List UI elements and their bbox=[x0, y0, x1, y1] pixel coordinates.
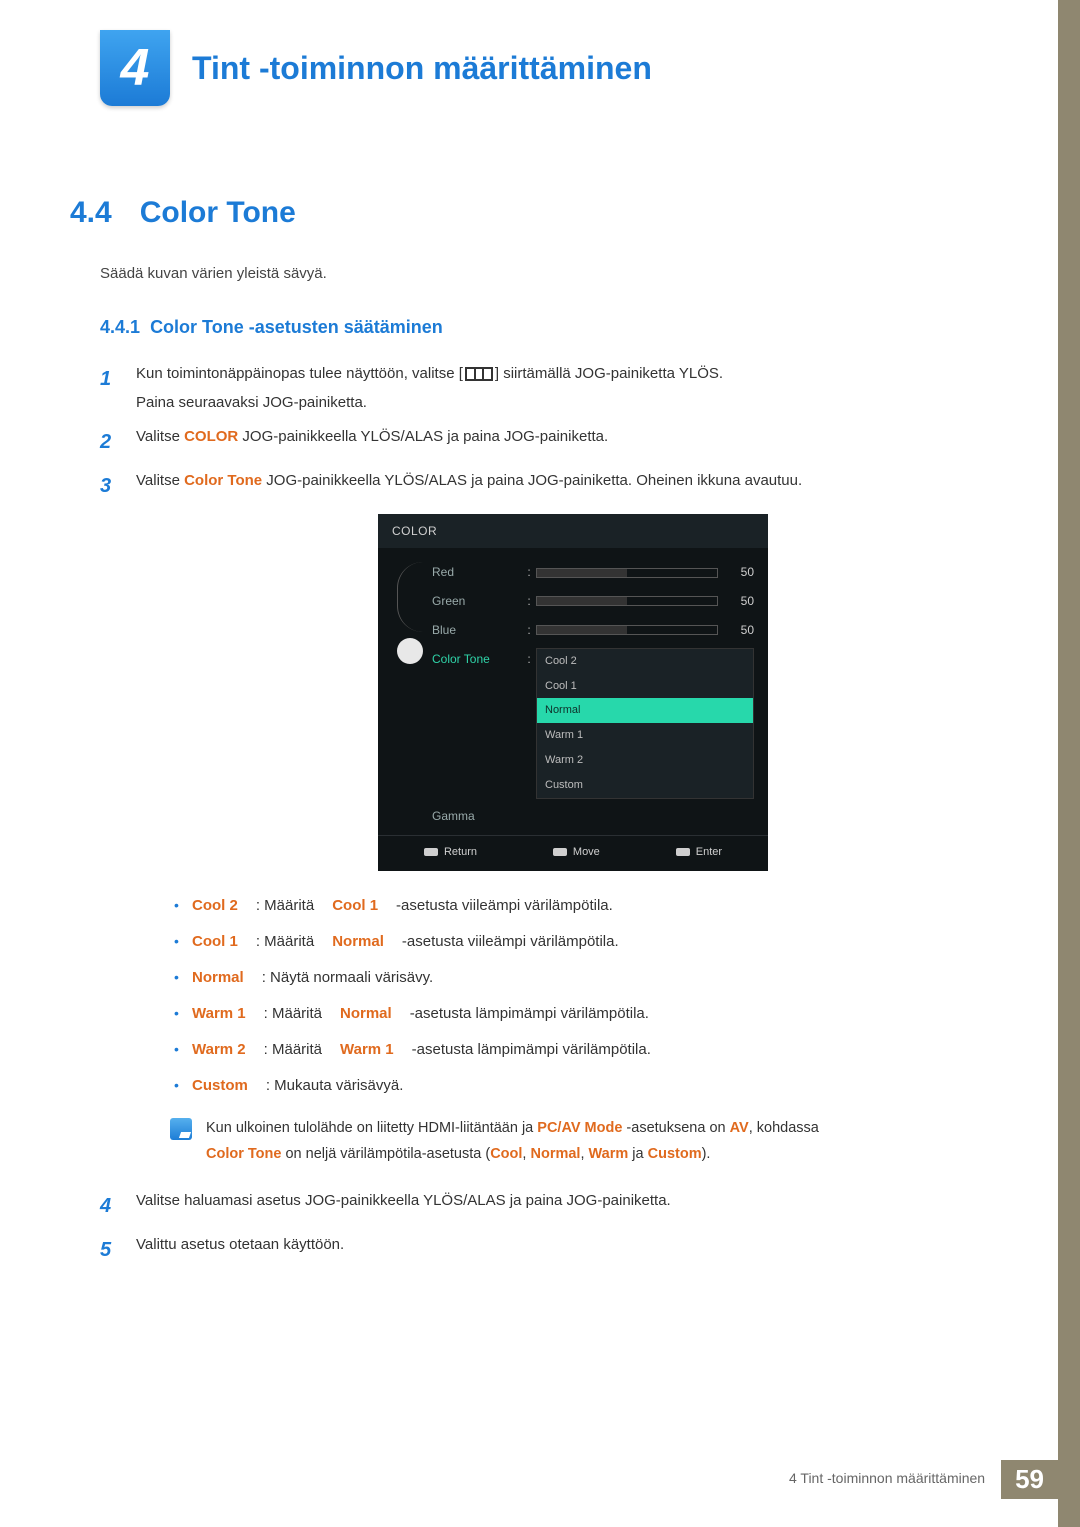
bullet-item: Cool 2: Määritä Cool 1-asetusta viileämp… bbox=[174, 891, 1010, 921]
note-icon bbox=[170, 1118, 192, 1140]
osd-value: 50 bbox=[728, 561, 754, 584]
osd-row-red: Red: 50 bbox=[432, 558, 754, 587]
osd-dropdown: Cool 2 Cool 1 Normal Warm 1 Warm 2 Custo… bbox=[536, 648, 754, 799]
step-2: 2 Valitse COLOR JOG-painikkeella YLÖS/AL… bbox=[100, 423, 1010, 461]
osd-option: Warm 2 bbox=[537, 748, 753, 773]
footer-chapter-ref: 4 Tint -toiminnon määrittäminen bbox=[773, 1460, 1001, 1499]
steps-list: 1 Kun toimintonäppäinopas tulee näyttöön… bbox=[100, 360, 1010, 1269]
bullet-item: Warm 1: Määritä Normal-asetusta lämpimäm… bbox=[174, 999, 1010, 1029]
section-title: Color Tone bbox=[140, 196, 296, 230]
osd-label: Blue bbox=[432, 619, 522, 642]
step-number: 4 bbox=[100, 1187, 118, 1225]
menu-icon bbox=[465, 367, 493, 381]
osd-label-selected: Color Tone bbox=[432, 648, 522, 671]
bullet-item: Custom: Mukauta värisävyä. bbox=[174, 1071, 1010, 1101]
osd-row-green: Green: 50 bbox=[432, 587, 754, 616]
section-heading: 4.4 Color Tone bbox=[70, 196, 1010, 230]
osd-option: Cool 2 bbox=[537, 649, 753, 674]
step-number: 2 bbox=[100, 423, 118, 461]
page-content: 4 Tint -toiminnon määrittäminen 4.4 Colo… bbox=[0, 0, 1080, 1269]
step-text: Valitse bbox=[136, 428, 184, 445]
step-text: Kun toimintonäppäinopas tulee näyttöön, … bbox=[136, 365, 463, 382]
bullet-item: Warm 2: Määritä Warm 1-asetusta lämpimäm… bbox=[174, 1035, 1010, 1065]
step-number: 1 bbox=[100, 360, 118, 417]
osd-label: Green bbox=[432, 590, 522, 613]
chapter-header: 4 Tint -toiminnon määrittäminen bbox=[100, 30, 1010, 106]
osd-row-blue: Blue: 50 bbox=[432, 616, 754, 645]
step-4: 4 Valitse haluamasi asetus JOG-painikkee… bbox=[100, 1187, 1010, 1225]
step-text: Valitse bbox=[136, 472, 184, 489]
bullet-item: Normal: Näytä normaali värisävy. bbox=[174, 963, 1010, 993]
subsection-title: Color Tone -asetusten säätäminen bbox=[150, 317, 443, 337]
osd-label: Gamma bbox=[432, 805, 522, 828]
osd-value: 50 bbox=[728, 619, 754, 642]
step-text: Valittu asetus otetaan käyttöön. bbox=[136, 1231, 1010, 1269]
footer-page-number: 59 bbox=[1001, 1460, 1058, 1499]
step-3: 3 Valitse Color Tone JOG-painikkeella YL… bbox=[100, 467, 1010, 1181]
chapter-number-badge: 4 bbox=[100, 30, 170, 106]
osd-row-gamma: Gamma bbox=[432, 802, 754, 831]
step-number: 5 bbox=[100, 1231, 118, 1269]
osd-footer-move: Move bbox=[553, 842, 600, 863]
page-footer: 4 Tint -toiminnon määrittäminen 59 bbox=[773, 1460, 1058, 1499]
step-5: 5 Valittu asetus otetaan käyttöön. bbox=[100, 1231, 1010, 1269]
osd-footer: Return Move Enter bbox=[378, 835, 768, 863]
note-block: Kun ulkoinen tulolähde on liitetty HDMI-… bbox=[170, 1115, 1010, 1167]
section-number: 4.4 bbox=[70, 196, 112, 230]
palette-icon bbox=[397, 638, 423, 664]
osd-slider bbox=[536, 568, 718, 578]
osd-icon-column bbox=[388, 558, 432, 831]
osd-slider bbox=[536, 625, 718, 635]
step-1: 1 Kun toimintonäppäinopas tulee näyttöön… bbox=[100, 360, 1010, 417]
subsection-heading: 4.4.1 Color Tone -asetusten säätäminen bbox=[100, 317, 1010, 338]
osd-row-color-tone: Color Tone: Cool 2 Cool 1 Normal Warm 1 … bbox=[432, 645, 754, 802]
step-text: Valitse haluamasi asetus JOG-painikkeell… bbox=[136, 1187, 1010, 1225]
osd-value: 50 bbox=[728, 590, 754, 613]
step-text: ] siirtämällä JOG-painiketta YLÖS. bbox=[495, 365, 723, 382]
osd-option: Cool 1 bbox=[537, 674, 753, 699]
step-number: 3 bbox=[100, 467, 118, 1181]
step-text: JOG-painikkeella YLÖS/ALAS ja paina JOG-… bbox=[262, 472, 802, 489]
chapter-title: Tint -toiminnon määrittäminen bbox=[192, 50, 652, 87]
step-highlight: COLOR bbox=[184, 428, 238, 445]
side-stripe bbox=[1058, 0, 1080, 1527]
options-bullet-list: Cool 2: Määritä Cool 1-asetusta viileämp… bbox=[174, 891, 1010, 1101]
osd-screenshot: COLOR Red: 50 bbox=[378, 514, 768, 871]
osd-footer-return: Return bbox=[424, 842, 477, 863]
section-intro: Säädä kuvan värien yleistä sävyä. bbox=[100, 265, 1010, 282]
step-text: Paina seuraavaksi JOG-painiketta. bbox=[136, 394, 367, 411]
osd-slider bbox=[536, 596, 718, 606]
osd-footer-enter: Enter bbox=[676, 842, 722, 863]
osd-arc-decor bbox=[397, 562, 423, 632]
step-highlight: Color Tone bbox=[184, 472, 262, 489]
osd-option: Warm 1 bbox=[537, 723, 753, 748]
subsection-number: 4.4.1 bbox=[100, 317, 140, 337]
osd-label: Red bbox=[432, 561, 522, 584]
osd-option-highlighted: Normal bbox=[537, 698, 753, 723]
osd-option: Custom bbox=[537, 773, 753, 798]
note-text: Kun ulkoinen tulolähde on liitetty HDMI-… bbox=[206, 1115, 819, 1167]
step-text: JOG-painikkeella YLÖS/ALAS ja paina JOG-… bbox=[238, 428, 608, 445]
bullet-item: Cool 1: Määritä Normal-asetusta viileämp… bbox=[174, 927, 1010, 957]
osd-title: COLOR bbox=[378, 514, 768, 549]
